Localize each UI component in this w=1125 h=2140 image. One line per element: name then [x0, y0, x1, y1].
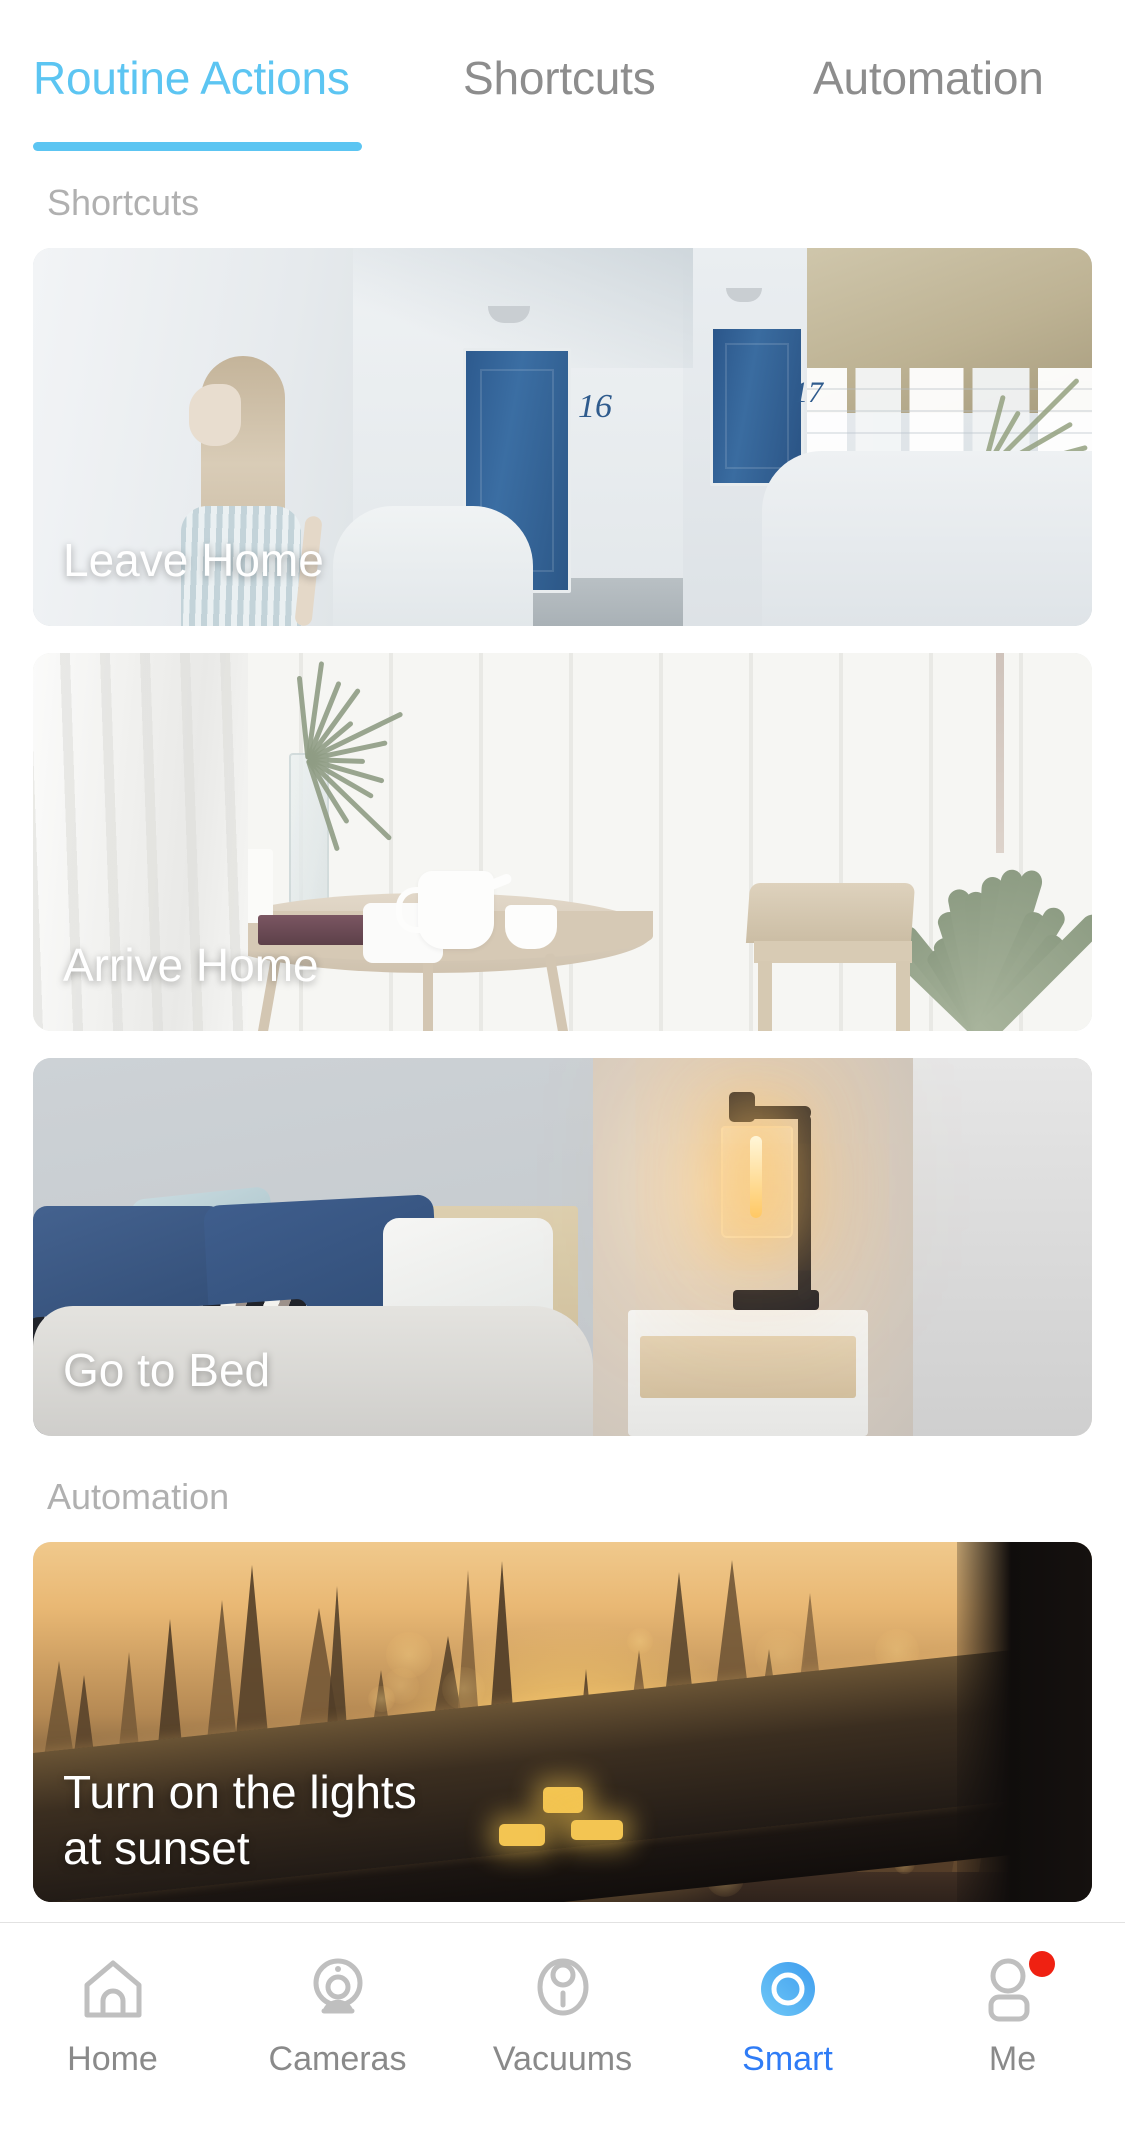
automation-card-lights-at-sunset[interactable]: Turn on the lights at sunset	[33, 1542, 1092, 1902]
shortcut-card-arrive-home[interactable]: Arrive Home	[33, 653, 1092, 1031]
card-label: Turn on the lights at sunset	[63, 1764, 417, 1876]
shortcut-card-leave-home[interactable]: 16 17 Leave Home	[33, 248, 1092, 626]
card-label: Leave Home	[63, 532, 324, 588]
card-label: Arrive Home	[63, 937, 319, 993]
section-title-automation: Automation	[0, 1476, 1125, 1518]
tab-automation[interactable]: Automation	[813, 48, 1044, 108]
tab-active-indicator	[33, 142, 362, 151]
app-screen: Routine Actions Shortcuts Automation Sho…	[0, 0, 1125, 2140]
shortcut-card-go-to-bed[interactable]: Go to Bed	[33, 1058, 1092, 1436]
vacuum-icon	[527, 1953, 599, 2025]
nav-item-home[interactable]: Home	[0, 1923, 225, 2079]
nav-label: Smart	[742, 2039, 833, 2079]
tab-routine-actions[interactable]: Routine Actions	[33, 48, 350, 108]
notification-badge-dot	[1029, 1951, 1055, 1977]
smart-ring-icon	[752, 1953, 824, 2025]
section-title-shortcuts: Shortcuts	[0, 182, 1125, 224]
camera-icon	[302, 1953, 374, 2025]
nav-label: Me	[989, 2039, 1036, 2079]
tab-shortcuts[interactable]: Shortcuts	[463, 48, 656, 108]
nav-item-me[interactable]: Me	[900, 1923, 1125, 2079]
content-scroll-area[interactable]: Shortcuts 16 17 Leave Home Arrive Home G…	[0, 160, 1125, 1922]
nav-label: Vacuums	[493, 2039, 632, 2079]
bottom-navigation-bar: Home Cameras Vacuums Smart Me	[0, 1922, 1125, 2140]
nav-item-smart[interactable]: Smart	[675, 1923, 900, 2079]
nav-item-vacuums[interactable]: Vacuums	[450, 1923, 675, 2079]
nav-label: Cameras	[269, 2039, 407, 2079]
nav-item-cameras[interactable]: Cameras	[225, 1923, 450, 2079]
person-icon	[977, 1953, 1049, 2025]
nav-label: Home	[67, 2039, 158, 2079]
top-tab-bar: Routine Actions Shortcuts Automation	[0, 0, 1125, 160]
house-icon	[77, 1953, 149, 2025]
card-label: Go to Bed	[63, 1342, 270, 1398]
